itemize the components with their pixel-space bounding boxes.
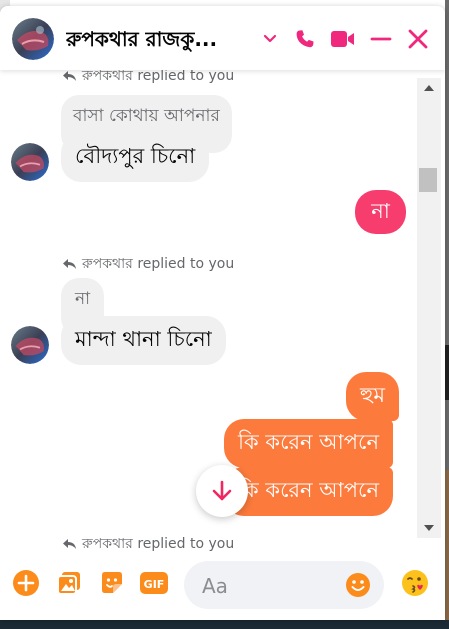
contact-avatar-small[interactable] xyxy=(11,326,49,364)
outgoing-message[interactable]: কি করেন আপনে xyxy=(224,419,393,468)
reply-note-text: রুপকথার replied to you xyxy=(82,70,235,84)
arrow-down-icon xyxy=(212,480,232,501)
chevron-down-icon[interactable] xyxy=(257,26,283,52)
emoji-smile-icon[interactable] xyxy=(345,572,371,598)
contact-avatar[interactable] xyxy=(12,18,54,60)
reply-arrow-icon xyxy=(63,259,76,269)
minimize-icon[interactable] xyxy=(368,26,394,52)
scroll-down-arrow-icon[interactable] xyxy=(417,518,441,538)
scrollbar-thumb[interactable] xyxy=(419,168,437,192)
chat-window: রুপকথার রাজকু... রুপকথার replied to you … xyxy=(0,6,445,620)
scroll-to-latest-button[interactable] xyxy=(196,465,248,517)
reply-note-text: রুপকথার replied to you xyxy=(82,256,235,272)
svg-text:GIF: GIF xyxy=(144,578,165,591)
reply-arrow-icon xyxy=(63,539,76,549)
chat-header: রুপকথার রাজকু... xyxy=(0,6,445,70)
photo-gallery-icon[interactable] xyxy=(54,568,84,598)
outgoing-message[interactable]: হুম xyxy=(346,372,400,421)
gif-icon[interactable]: GIF xyxy=(139,568,169,598)
scroll-up-arrow-icon[interactable] xyxy=(417,78,441,98)
phone-call-icon[interactable] xyxy=(292,26,318,52)
reply-note: রুপকথার replied to you xyxy=(62,252,234,276)
message-composer: GIF xyxy=(0,552,445,620)
reply-note: রুপকথার replied to you xyxy=(62,70,234,88)
message-input-container[interactable] xyxy=(184,561,384,609)
taskbar-strip xyxy=(0,620,449,629)
kiss-emoji-icon[interactable] xyxy=(400,568,430,598)
reply-arrow-icon xyxy=(63,71,76,81)
video-call-icon[interactable] xyxy=(330,26,356,52)
sticker-icon[interactable] xyxy=(97,568,127,598)
contact-name[interactable]: রুপকথার রাজকু... xyxy=(66,25,246,58)
add-plus-icon[interactable] xyxy=(11,568,41,598)
outgoing-message[interactable]: কি করেন আপনে xyxy=(224,467,393,516)
message-input[interactable] xyxy=(200,572,344,600)
close-icon[interactable] xyxy=(405,26,431,52)
message-scrollbar[interactable] xyxy=(417,78,441,538)
incoming-message[interactable]: বৌদ্যপুর চিনো xyxy=(61,133,210,182)
contact-avatar-small[interactable] xyxy=(11,143,49,181)
outgoing-message[interactable]: না xyxy=(355,190,406,234)
incoming-message[interactable]: মান্দা থানা চিনো xyxy=(61,316,226,365)
